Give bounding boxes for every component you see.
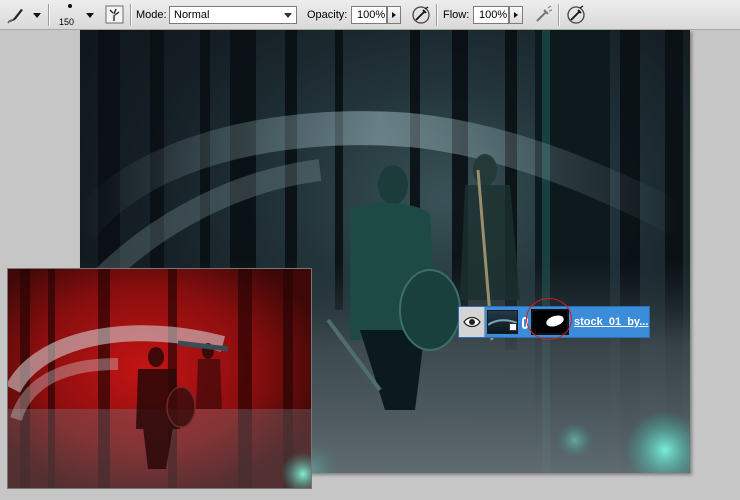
toolbar-divider [436,4,437,26]
blend-mode-select[interactable]: Normal [169,6,297,24]
layer-name[interactable]: stock_01_by... [574,316,650,328]
brush-panel-toggle-icon [105,5,124,24]
brush-tool-preset-picker[interactable] [6,5,26,25]
airbrush-button[interactable] [532,4,554,26]
blend-mode-value: Normal [174,9,210,21]
opacity-slider-button[interactable] [387,6,401,24]
toolbar-divider [48,4,49,26]
chevron-down-icon [284,13,292,18]
chevron-right-icon [392,12,396,18]
mode-label: Mode: [136,9,167,21]
flow-slider-button[interactable] [509,6,523,24]
chevron-down-icon[interactable] [86,11,94,19]
eye-icon [463,316,481,328]
airbrush-disabled-icon [536,5,553,22]
airbrush-icon [412,6,430,24]
brush-tip-preview [68,4,72,8]
flow-input[interactable]: 100% [473,6,509,24]
opacity-label: Opacity: [307,9,348,21]
brush-icon [7,9,23,24]
chevron-right-icon [514,12,518,18]
layer-visibility-toggle[interactable] [459,307,485,337]
opacity-pressure-button[interactable] [410,4,432,26]
options-toolbar: 150 Mode: Normal Opacity: 100% Flow: 100… [0,0,740,30]
toolbar-divider [130,4,131,26]
photoshop-window: 150 Mode: Normal Opacity: 100% Flow: 100… [0,0,740,500]
opacity-input[interactable]: 100% [351,6,387,24]
quick-mask-preview-image [7,268,312,489]
smart-object-icon [509,323,517,331]
flow-label: Flow: [443,9,470,21]
chevron-down-icon[interactable] [33,11,41,19]
tablet-pressure-size-button[interactable] [565,4,587,26]
tablet-pressure-icon [567,5,585,24]
brush-size-label: 150 [59,17,75,27]
brush-preset-picker[interactable]: 150 [56,2,84,28]
mask-highlight-annotation [526,298,572,340]
toggle-brush-panel-button[interactable] [104,4,126,26]
quick-mask-scene [8,269,311,488]
toolbar-divider [558,4,559,26]
